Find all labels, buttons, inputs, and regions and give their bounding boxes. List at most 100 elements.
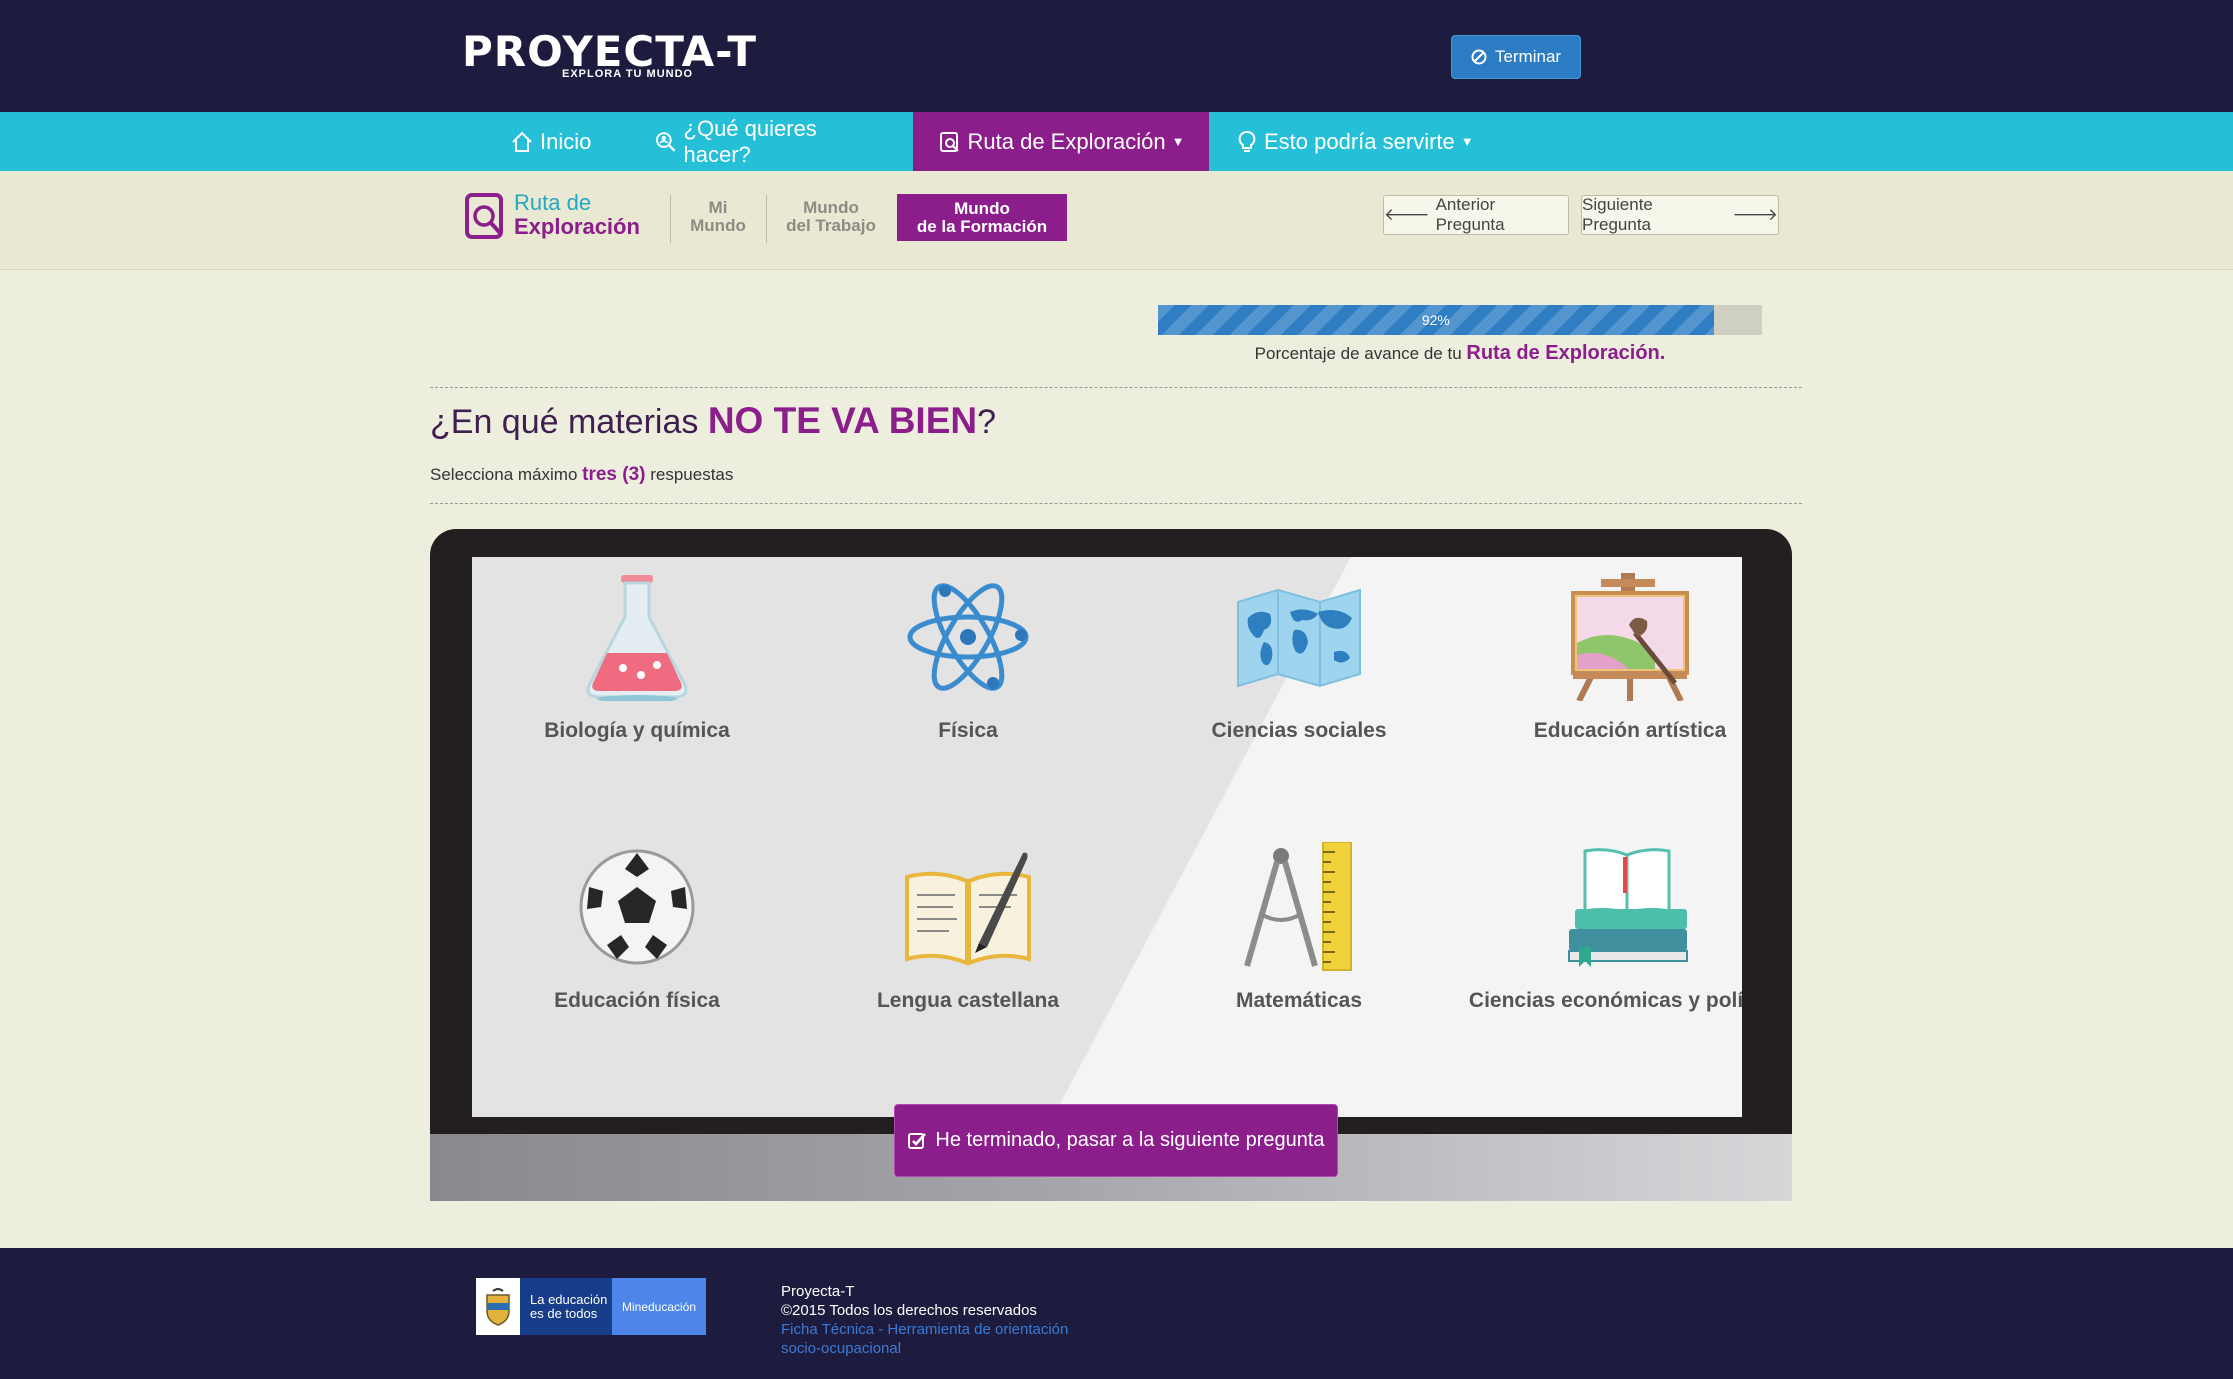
siguiente-pregunta-button[interactable]: Siguiente Pregunta 🡒: [1581, 195, 1779, 235]
ban-icon: [1471, 49, 1487, 65]
step-line1: Mundo: [954, 198, 1010, 218]
caret-down-icon: ▼: [1171, 134, 1185, 149]
nav-item-esto-podria-servirte[interactable]: Esto podría servirte ▼: [1236, 112, 1476, 171]
question-title: ¿En qué materias NO TE VA BIEN?: [430, 400, 996, 442]
footer: La educación es de todos Mineducación Pr…: [0, 1248, 2233, 1379]
nav-item-que-quieres-hacer[interactable]: ¿Qué quieres hacer?: [654, 112, 886, 171]
option-lengua-castellana[interactable]: Lengua castellana: [803, 842, 1133, 1012]
home-icon: [512, 131, 532, 152]
nav-item-label: Esto podría servirte: [1264, 128, 1455, 154]
terminar-label: Terminar: [1494, 47, 1562, 66]
mineducacion-logo[interactable]: La educación es de todos Mineducación: [476, 1278, 706, 1335]
top-header: PROYECTA-T EXPLORA TU MUNDO Terminar: [0, 0, 2233, 112]
logo-tagline: EXPLORA TU MUNDO: [562, 68, 694, 80]
gov-ministry: Mineducación: [612, 1278, 706, 1335]
gov-line1: La educación: [530, 1291, 608, 1307]
progress-fill: 92%: [1158, 305, 1714, 335]
progress-caption: Porcentaje de avance de tu Ruta de Explo…: [1158, 342, 1762, 365]
option-label: Ciencias sociales: [1211, 719, 1387, 742]
nav-item-label: ¿Qué quieres hacer?: [683, 115, 817, 167]
arrow-left-icon: 🡐: [1384, 205, 1430, 224]
option-label: Matemáticas: [1235, 989, 1363, 1012]
flask-icon: [572, 572, 702, 702]
option-label: Lengua castellana: [876, 989, 1060, 1012]
step-mundo-del-trabajo[interactable]: Mundo del Trabajo: [776, 199, 886, 235]
proyecta-t-logo[interactable]: PROYECTA-T EXPLORA TU MUNDO: [462, 30, 757, 81]
ficha-tecnica-link[interactable]: Ficha Técnica - Herramienta de orientaci…: [781, 1320, 1068, 1358]
progress-bar: 92%: [1158, 305, 1762, 335]
nav-item-label: Inicio: [540, 128, 592, 154]
divider: [766, 195, 767, 243]
question-subtitle-prefix: Selecciona máximo: [430, 465, 578, 484]
divider: [430, 503, 1802, 504]
main-nav: Inicio ¿Qué quieres hacer? Ruta de Explo…: [0, 112, 2233, 171]
footer-text: Proyecta-T ©2015 Todos los derechos rese…: [781, 1282, 1068, 1358]
option-educacion-artistica[interactable]: Educación artística: [1465, 572, 1742, 742]
terminar-button[interactable]: Terminar: [1451, 35, 1581, 79]
step-line2: Mundo: [690, 216, 746, 235]
check-square-icon: [908, 1132, 927, 1149]
option-educacion-fisica[interactable]: Educación física: [472, 842, 802, 1012]
step-line1: Mi: [708, 198, 728, 217]
question-subtitle-suffix: respuestas: [650, 465, 734, 484]
magnifier-doc-icon: [465, 193, 503, 239]
sub-nav: Ruta de Exploración Mi Mundo Mundo del T…: [0, 171, 2233, 270]
option-biologia-quimica[interactable]: Biología y química: [472, 572, 802, 742]
progress-caption-prefix: Porcentaje de avance de tu: [1254, 344, 1462, 363]
search-person-icon: [655, 131, 676, 152]
world-map-icon: [1234, 572, 1364, 702]
question-title-emphasis: NO TE VA BIEN: [707, 400, 978, 441]
ficha-tecnica-line1: Ficha Técnica - Herramienta de orientaci…: [781, 1321, 1069, 1338]
options-screen: Biología y química Física Ciencias socia…: [472, 557, 1742, 1117]
progress-label: 92%: [1421, 312, 1450, 328]
caret-down-icon: ▼: [1460, 134, 1474, 149]
question-title-suffix: ?: [977, 403, 997, 441]
anterior-pregunta-button[interactable]: 🡐 Anterior Pregunta: [1383, 195, 1569, 235]
option-matematicas[interactable]: Matemáticas: [1134, 842, 1464, 1012]
option-ciencias-economicas-politicas[interactable]: Ciencias económicas y políticas: [1465, 842, 1742, 1012]
arrow-right-icon: 🡒: [1732, 205, 1778, 224]
footer-copyright: ©2015 Todos los derechos reservados: [781, 1302, 1037, 1319]
step-line2: del Trabajo: [786, 216, 876, 235]
compass-ruler-icon: [1234, 842, 1364, 972]
lightbulb-icon: [1238, 130, 1256, 152]
option-fisica[interactable]: Física: [803, 572, 1133, 742]
ficha-tecnica-line2: socio-ocupacional: [781, 1340, 902, 1357]
option-label: Biología y química: [544, 719, 730, 742]
step-line1: Mundo: [803, 198, 859, 217]
option-label: Educación física: [554, 989, 720, 1012]
step-mi-mundo[interactable]: Mi Mundo: [680, 199, 756, 235]
magnifier-doc-icon: [939, 131, 959, 152]
he-terminado-label: He terminado, pasar a la siguiente pregu…: [935, 1129, 1325, 1151]
step-line2: de la Formación: [916, 216, 1048, 236]
atom-icon: [903, 572, 1033, 702]
progress-caption-highlight: Ruta de Exploración.: [1466, 342, 1666, 364]
nav-item-ruta-exploracion[interactable]: Ruta de Exploración ▼: [913, 112, 1209, 171]
ruta-logo-line1: Ruta de: [514, 190, 592, 215]
nav-item-label: Ruta de Exploración: [967, 128, 1166, 154]
ruta-logo-line2: Exploración: [514, 214, 640, 239]
question-subtitle: Selecciona máximo tres (3) respuestas: [430, 464, 733, 486]
gov-line2: es de todos: [530, 1305, 598, 1321]
footer-site: Proyecta-T: [781, 1283, 855, 1300]
anterior-label: Anterior Pregunta: [1435, 195, 1505, 234]
option-label: Educación artística: [1533, 719, 1727, 742]
coat-of-arms-icon: [476, 1278, 520, 1335]
easel-icon: [1565, 572, 1695, 702]
book-quill-icon: [903, 842, 1033, 972]
books-icon: [1565, 842, 1695, 972]
option-label: Física: [938, 719, 998, 742]
he-terminado-button[interactable]: He terminado, pasar a la siguiente pregu…: [894, 1104, 1338, 1177]
ruta-exploracion-logo: Ruta de Exploración: [464, 192, 640, 240]
option-label: Ciencias económicas y políticas: [1468, 989, 1742, 1012]
question-subtitle-emphasis: tres (3): [582, 464, 646, 485]
divider: [430, 387, 1802, 388]
gov-block: La educación es de todos: [476, 1278, 612, 1335]
divider: [670, 195, 671, 243]
soccer-ball-icon: [572, 842, 702, 972]
question-title-prefix: ¿En qué materias: [430, 403, 699, 441]
nav-item-inicio[interactable]: Inicio: [510, 112, 600, 171]
step-mundo-de-la-formacion[interactable]: Mundo de la Formación: [897, 194, 1067, 241]
option-ciencias-sociales[interactable]: Ciencias sociales: [1134, 572, 1464, 742]
siguiente-label: Siguiente Pregunta: [1582, 195, 1653, 234]
